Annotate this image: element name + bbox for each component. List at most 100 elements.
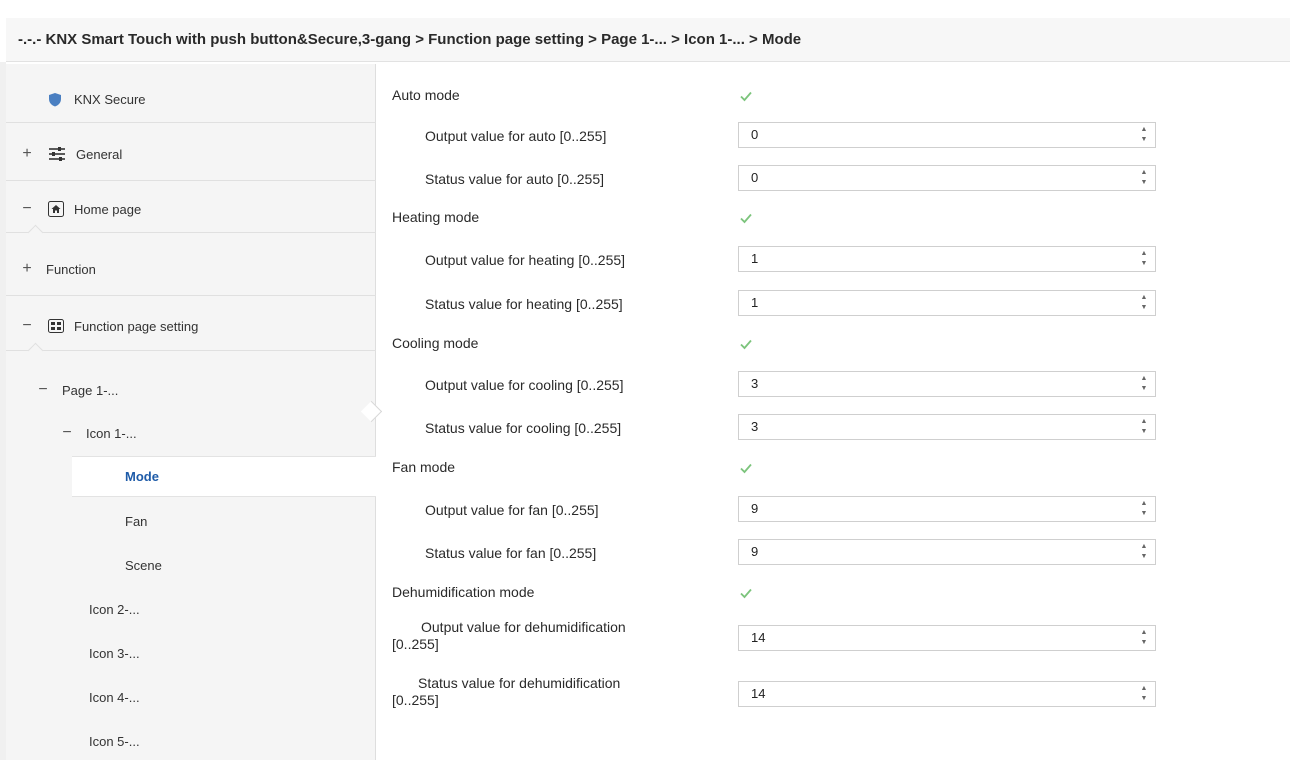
divider bbox=[6, 295, 376, 296]
sidebar-item-mode-text[interactable]: Mode bbox=[125, 466, 159, 486]
collapse-icon[interactable]: − bbox=[20, 200, 34, 218]
auto-output-label: Output value for auto [0..255] bbox=[425, 128, 607, 144]
cooling-status-input[interactable]: 3 ▲ ▼ bbox=[738, 414, 1156, 440]
sidebar-item-label: Mode bbox=[125, 468, 159, 484]
spin-up-icon[interactable]: ▲ bbox=[1141, 169, 1148, 177]
fan-status-input[interactable]: 9 ▲ ▼ bbox=[738, 539, 1156, 565]
sidebar-item-scene[interactable]: Scene bbox=[125, 555, 162, 575]
spin-up-icon[interactable]: ▲ bbox=[1141, 250, 1148, 258]
sidebar-item-label: Icon 3-... bbox=[89, 645, 140, 661]
sidebar-item-fan[interactable]: Fan bbox=[125, 511, 147, 531]
spin-down-icon[interactable]: ▼ bbox=[1141, 136, 1148, 144]
fan-mode-label: Fan mode bbox=[392, 459, 456, 475]
spin-down-icon[interactable]: ▼ bbox=[1141, 510, 1148, 518]
spin-down-icon[interactable]: ▼ bbox=[1141, 304, 1148, 312]
auto-status-input[interactable]: 0 ▲ ▼ bbox=[738, 165, 1156, 191]
cooling-output-value: 3 bbox=[751, 376, 759, 391]
heating-status-input[interactable]: 1 ▲ ▼ bbox=[738, 290, 1156, 316]
dehumidification-status-label-line1: Status value for dehumidification bbox=[418, 675, 621, 691]
dehumidification-status-input[interactable]: 14 ▲ ▼ bbox=[738, 681, 1156, 707]
spin-up-icon[interactable]: ▲ bbox=[1141, 126, 1148, 134]
sidebar-item-label: Icon 2-... bbox=[89, 601, 140, 617]
sidebar-item-label: Function bbox=[46, 261, 96, 277]
sidebar-item-general[interactable]: + General bbox=[20, 144, 122, 164]
sidebar-item-icon-1[interactable]: − Icon 1-... bbox=[60, 423, 137, 443]
dehumidification-status-value: 14 bbox=[751, 686, 766, 701]
spin-down-icon[interactable]: ▼ bbox=[1141, 553, 1148, 561]
dehumidification-status-label: Status value for dehumidification [0..25… bbox=[392, 675, 722, 709]
sidebar-item-label: Icon 1-... bbox=[86, 425, 137, 441]
collapse-icon[interactable]: − bbox=[36, 381, 50, 399]
auto-status-label: Status value for auto [0..255] bbox=[425, 171, 605, 187]
fan-status-value: 9 bbox=[751, 544, 759, 559]
spin-down-icon[interactable]: ▼ bbox=[1141, 428, 1148, 436]
divider bbox=[6, 232, 376, 233]
cooling-output-label: Output value for cooling [0..255] bbox=[425, 377, 624, 393]
sidebar-item-label: Page 1-... bbox=[62, 382, 119, 398]
spin-down-icon[interactable]: ▼ bbox=[1141, 179, 1148, 187]
home-icon bbox=[48, 201, 64, 217]
sidebar-item-icon-2[interactable]: Icon 2-... bbox=[89, 599, 140, 619]
collapse-icon[interactable]: − bbox=[20, 317, 34, 335]
heating-output-value: 1 bbox=[751, 251, 759, 266]
sidebar-item-label: Scene bbox=[125, 557, 162, 573]
dehumidification-output-input[interactable]: 14 ▲ ▼ bbox=[738, 625, 1156, 651]
spin-up-icon[interactable]: ▲ bbox=[1141, 543, 1148, 551]
auto-mode-checkbox[interactable] bbox=[738, 88, 754, 104]
sliders-icon bbox=[49, 147, 65, 161]
spin-up-icon[interactable]: ▲ bbox=[1141, 294, 1148, 302]
spin-down-icon[interactable]: ▼ bbox=[1141, 695, 1148, 703]
fan-output-input[interactable]: 9 ▲ ▼ bbox=[738, 496, 1156, 522]
sidebar-item-function[interactable]: + Function bbox=[20, 259, 96, 279]
fan-mode-checkbox[interactable] bbox=[738, 460, 754, 476]
cooling-mode-checkbox[interactable] bbox=[738, 336, 754, 352]
fan-output-label: Output value for fan [0..255] bbox=[425, 502, 599, 518]
sidebar-item-mode[interactable] bbox=[72, 456, 376, 497]
expand-notch bbox=[27, 224, 44, 241]
expand-icon[interactable]: + bbox=[20, 145, 34, 163]
dehumidification-status-label-line2: [0..255] bbox=[392, 692, 439, 708]
sidebar-item-icon-3[interactable]: Icon 3-... bbox=[89, 643, 140, 663]
sidebar-item-label: Function page setting bbox=[74, 318, 199, 334]
cooling-mode-label: Cooling mode bbox=[392, 335, 479, 351]
auto-output-input[interactable]: 0 ▲ ▼ bbox=[738, 122, 1156, 148]
shield-icon bbox=[49, 92, 61, 106]
heating-status-label: Status value for heating [0..255] bbox=[425, 296, 623, 312]
spin-up-icon[interactable]: ▲ bbox=[1141, 375, 1148, 383]
sidebar-item-function-page-setting[interactable]: − Function page setting bbox=[20, 316, 198, 336]
dehumidification-mode-label: Dehumidification mode bbox=[392, 584, 535, 600]
collapse-icon[interactable]: − bbox=[60, 424, 74, 442]
spin-up-icon[interactable]: ▲ bbox=[1141, 685, 1148, 693]
heating-output-label: Output value for heating [0..255] bbox=[425, 252, 626, 268]
divider bbox=[6, 350, 376, 351]
auto-output-value: 0 bbox=[751, 127, 759, 142]
sidebar-item-label: Icon 5-... bbox=[89, 733, 140, 749]
spin-up-icon[interactable]: ▲ bbox=[1141, 629, 1148, 637]
expand-icon[interactable]: + bbox=[20, 260, 34, 278]
sidebar-item-label: Fan bbox=[125, 513, 148, 529]
divider bbox=[6, 180, 376, 181]
cooling-status-label: Status value for cooling [0..255] bbox=[425, 420, 622, 436]
sidebar-item-page-1[interactable]: − Page 1-... bbox=[36, 380, 118, 400]
heating-mode-checkbox[interactable] bbox=[738, 210, 754, 226]
dehumidification-mode-checkbox[interactable] bbox=[738, 585, 754, 601]
spin-up-icon[interactable]: ▲ bbox=[1141, 418, 1148, 426]
grid-icon bbox=[48, 319, 64, 333]
sidebar-item-icon-4[interactable]: Icon 4-... bbox=[89, 687, 140, 707]
sidebar-item-home-page[interactable]: − Home page bbox=[20, 199, 141, 219]
heating-mode-label: Heating mode bbox=[392, 209, 480, 225]
cooling-output-input[interactable]: 3 ▲ ▼ bbox=[738, 371, 1156, 397]
heating-status-value: 1 bbox=[751, 295, 759, 310]
spin-up-icon[interactable]: ▲ bbox=[1141, 500, 1148, 508]
spin-down-icon[interactable]: ▼ bbox=[1141, 639, 1148, 647]
cooling-status-value: 3 bbox=[751, 419, 759, 434]
sidebar-item-icon-5[interactable]: Icon 5-... bbox=[89, 731, 140, 751]
sidebar: KNX Secure + General − Home page + Funct… bbox=[6, 64, 376, 760]
spin-down-icon[interactable]: ▼ bbox=[1141, 385, 1148, 393]
breadcrumb: -.-.- KNX Smart Touch with push button&S… bbox=[6, 18, 1290, 62]
sidebar-item-label: KNX Secure bbox=[74, 91, 146, 107]
heating-output-input[interactable]: 1 ▲ ▼ bbox=[738, 246, 1156, 272]
sidebar-item-knx-secure[interactable]: KNX Secure bbox=[48, 89, 146, 109]
spin-down-icon[interactable]: ▼ bbox=[1141, 260, 1148, 268]
dehumidification-output-label: Output value for dehumidification [0..25… bbox=[392, 619, 722, 653]
